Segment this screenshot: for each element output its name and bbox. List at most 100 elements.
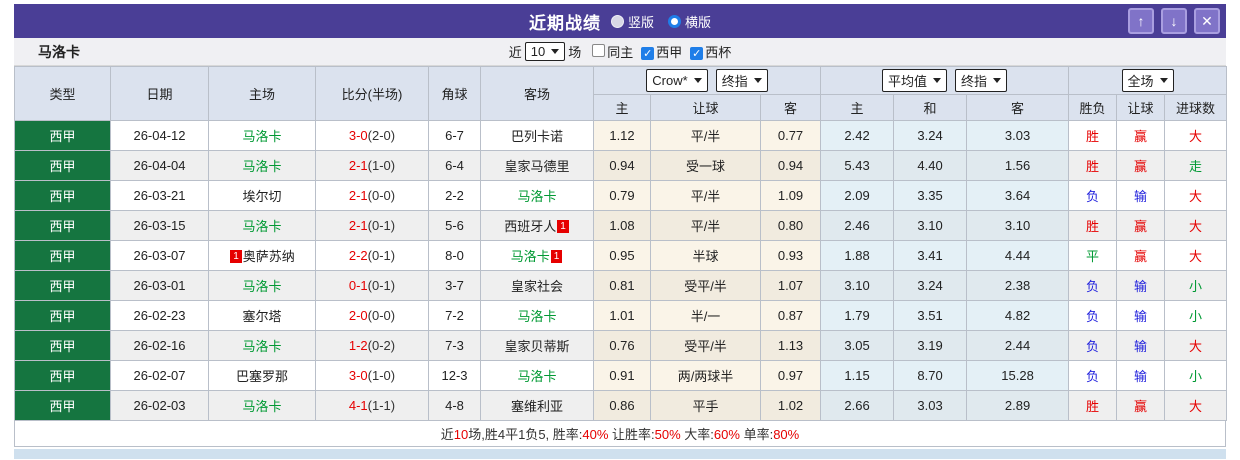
cell-league: 西甲 [14, 330, 111, 361]
cell-home-team: 塞尔塔 [208, 300, 316, 331]
table-row: 西甲 26-04-04 马洛卡 2-1(1-0) 6-4 皇家马德里 0.94 受一球 0.94… [14, 150, 1228, 181]
cell-handicap-away: 0.94 [759, 150, 822, 181]
cell-result-winlose: 负 [1068, 360, 1118, 391]
cell-handicap-home: 0.91 [593, 360, 651, 391]
cell-handicap-away: 1.02 [759, 390, 822, 421]
cell-away-team: 皇家社会 [480, 270, 594, 301]
cell-handicap-line: 平/半 [650, 210, 761, 241]
cell-handicap-away: 0.80 [759, 210, 822, 241]
cell-result-handicap: 输 [1116, 360, 1166, 391]
average-select-value: 平均值 [888, 74, 928, 89]
cell-result-winlose: 负 [1068, 300, 1118, 331]
move-down-button[interactable]: ↓ [1161, 8, 1187, 34]
summary-segment: 50% [654, 427, 681, 442]
cell-avg-away: 4.44 [966, 240, 1070, 271]
table-row: 西甲 26-03-15 马洛卡 2-1(0-1) 5-6 西班牙人 1 1.08 平/半 0.80… [14, 210, 1228, 241]
header-handicap-result: 让球 [1116, 94, 1166, 121]
summary-segment: 80% [773, 427, 800, 442]
cell-corners: 6-4 [428, 150, 481, 181]
summary-segment: 40% [582, 427, 609, 442]
games-count-select[interactable]: 10 [524, 42, 566, 61]
cell-avg-home: 2.42 [820, 120, 895, 151]
header-goals: 进球数 [1164, 94, 1228, 121]
cell-handicap-home: 0.94 [593, 150, 651, 181]
checkbox-西甲[interactable]: ✓ [641, 47, 655, 60]
cell-date: 26-02-07 [110, 360, 209, 391]
cell-date: 26-04-12 [110, 120, 209, 151]
average-group-header: 平均值 终指 [820, 66, 1070, 95]
handicap-stage-select[interactable]: 终指 [715, 69, 768, 92]
table-row: 西甲 26-02-03 马洛卡 4-1(1-1) 4-8 塞维利亚 0.86 平手 1.02 2.… [14, 390, 1228, 421]
cell-result-handicap: 输 [1116, 270, 1166, 301]
cell-handicap-away: 0.93 [759, 240, 822, 271]
cell-score: 2-0(0-0) [315, 300, 429, 331]
cell-home-team: 巴塞罗那 [208, 360, 316, 391]
cell-result-handicap: 输 [1116, 180, 1166, 211]
cell-score: 4-1(1-1) [315, 390, 429, 421]
header-handicap-home: 主 [593, 94, 651, 121]
cell-home-team: 马洛卡 [208, 150, 316, 181]
cell-result-goals: 小 [1164, 360, 1228, 391]
radio-horizontal-icon[interactable] [668, 14, 681, 28]
cell-avg-draw: 3.41 [893, 240, 968, 271]
cell-date: 26-02-03 [110, 390, 209, 421]
cell-away-team: 皇家贝蒂斯 [480, 330, 594, 361]
titlebar: 近期战绩 竖版 横版 ↑ ↓ ✕ [14, 4, 1226, 38]
cell-home-team: 马洛卡 [208, 390, 316, 421]
cell-league: 西甲 [14, 300, 111, 331]
cell-corners: 7-2 [428, 300, 481, 331]
cell-handicap-home: 0.79 [593, 180, 651, 211]
cell-handicap-away: 1.07 [759, 270, 822, 301]
checkbox-西杯[interactable]: ✓ [690, 47, 704, 60]
cell-result-handicap: 输 [1116, 300, 1166, 331]
cell-avg-home: 2.46 [820, 210, 895, 241]
checkbox-同主[interactable] [592, 44, 606, 57]
cell-handicap-line: 平/半 [650, 180, 761, 211]
header-corner: 角球 [428, 66, 481, 121]
chevron-down-icon [753, 78, 762, 83]
cell-result-goals: 大 [1164, 210, 1228, 241]
cell-handicap-line: 两/两球半 [650, 360, 761, 391]
red-card-badge: 1 [557, 220, 569, 233]
cell-date: 26-02-23 [110, 300, 209, 331]
summary-segment: 近 [440, 427, 454, 442]
summary-segment: 60% [713, 427, 740, 442]
summary-segment: 单率: [739, 427, 774, 442]
result-group-header: 全场 [1068, 66, 1228, 95]
average-select[interactable]: 平均值 [882, 69, 948, 92]
cell-league: 西甲 [14, 120, 111, 151]
cell-avg-home: 1.15 [820, 360, 895, 391]
cell-handicap-line: 平手 [650, 390, 761, 421]
cell-handicap-home: 1.01 [593, 300, 651, 331]
cell-result-winlose: 胜 [1068, 390, 1118, 421]
header-winlose: 胜负 [1068, 94, 1118, 121]
radio-horizontal-layout[interactable]: 横版 [668, 12, 711, 31]
cell-handicap-line: 受一球 [650, 150, 761, 181]
cell-avg-draw: 3.03 [893, 390, 968, 421]
cell-date: 26-02-16 [110, 330, 209, 361]
cell-result-winlose: 胜 [1068, 210, 1118, 241]
cell-result-winlose: 胜 [1068, 150, 1118, 181]
cell-date: 26-03-01 [110, 270, 209, 301]
radio-vertical-layout[interactable]: 竖版 [610, 12, 654, 31]
cell-date: 26-04-04 [110, 150, 209, 181]
cell-score: 0-1(0-1) [315, 270, 429, 301]
bookmaker-select[interactable]: Crow* [646, 69, 708, 92]
cell-avg-draw: 3.19 [893, 330, 968, 361]
fulltime-select[interactable]: 全场 [1121, 69, 1174, 92]
table-row: 西甲 26-03-01 马洛卡 0-1(0-1) 3-7 皇家社会 0.81 受平/半 1.07… [14, 270, 1228, 301]
cell-handicap-line: 半球 [650, 240, 761, 271]
move-up-button[interactable]: ↑ [1128, 8, 1154, 34]
average-stage-select[interactable]: 终指 [955, 69, 1008, 92]
cell-result-goals: 小 [1164, 300, 1228, 331]
cell-score: 2-1(0-0) [315, 180, 429, 211]
cell-corners: 5-6 [428, 210, 481, 241]
close-button[interactable]: ✕ [1194, 8, 1220, 34]
cell-score: 2-1(0-1) [315, 210, 429, 241]
table-header: 类型 日期 主场 比分(半场) 角球 客场 Crow* 终指 平均值 终指 全场… [14, 66, 1228, 121]
cell-avg-draw: 3.24 [893, 270, 968, 301]
header-home: 主场 [208, 66, 316, 121]
cell-avg-draw: 4.40 [893, 150, 968, 181]
cell-date: 26-03-15 [110, 210, 209, 241]
radio-vertical-icon[interactable] [610, 14, 624, 28]
